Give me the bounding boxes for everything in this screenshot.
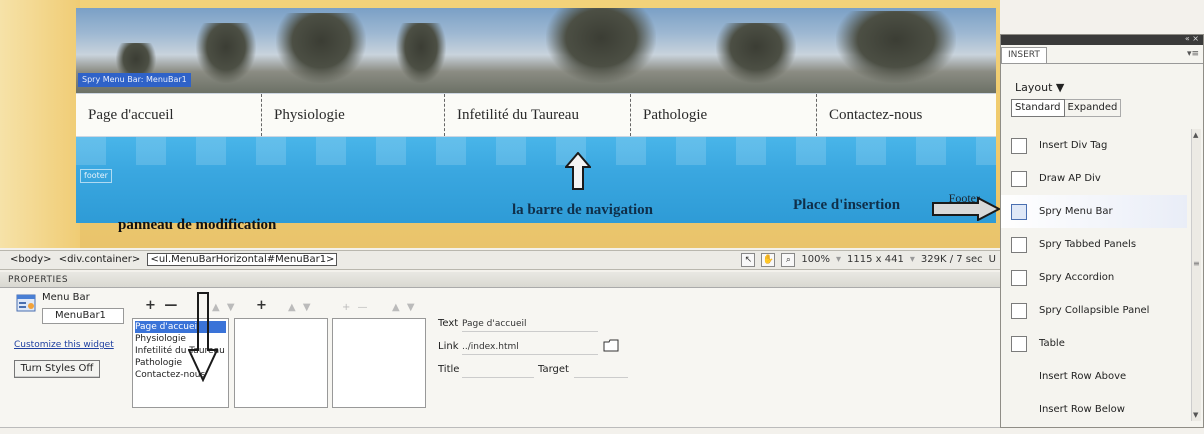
right-arrow-annotation-icon [932,197,1000,221]
draw-ap-div-item[interactable]: Draw AP Div [1001,162,1187,195]
properties-header[interactable]: PROPERTIES [0,272,1000,288]
insert-div-tag-item[interactable]: Insert Div Tag [1001,129,1187,162]
text-field[interactable]: Page d'accueil [462,316,598,332]
scroll-down-icon[interactable]: ▼ [1193,411,1198,419]
widget-type-label: Menu Bar [42,292,90,303]
add-remove-menu-item-buttons[interactable]: + — [145,298,179,313]
tab-insert[interactable]: INSERT [1001,47,1047,63]
expanded-mode-button[interactable]: Expanded [1064,99,1122,117]
submenu-arrows-icon: ▲ ▼ [288,302,313,313]
tag-selector-bar: <body> <div.container> <ul.MenuBarHorizo… [0,250,1000,270]
down-arrow-annotation-icon [188,292,218,382]
sub-submenu-arrows-icon: ▲ ▼ [392,302,417,313]
spry-accordion-item[interactable]: Spry Accordion [1001,261,1187,294]
submenu-listbox[interactable] [234,318,328,408]
list-item-label: Table [1039,338,1065,349]
select-tool-icon[interactable]: ↖ [741,253,756,267]
panel-title-bar[interactable]: « × [1001,34,1203,45]
properties-panel: Menu Bar MenuBar1 Customize this widget … [0,288,1000,428]
navigation-menu-bar[interactable]: Page d'accueil Physiologie Infetilité du… [76,93,996,137]
view-mode-toggle: Standard Expanded [1011,99,1122,117]
menu-bar-widget-icon [16,294,36,312]
customize-widget-link[interactable]: Customize this widget [14,340,114,350]
hand-tool-icon[interactable]: ✋ [761,253,776,267]
menu-item-pathologie[interactable]: Pathologie [631,94,817,136]
menu-item-physiologie[interactable]: Physiologie [262,94,445,136]
sub-submenu-controls-icon: + — [342,302,370,313]
scroll-up-icon[interactable]: ▲ [1193,131,1198,139]
menu-item-accueil[interactable]: Page d'accueil [76,94,262,136]
footer-tag: footer [80,169,112,183]
modification-panel-annotation: panneau de modification [118,217,277,233]
sub-submenu-listbox[interactable] [332,318,426,408]
panel-options-icon[interactable]: ▾≡ [1187,49,1199,59]
window-size[interactable]: 1115 x 441 [847,251,904,269]
list-item-label: Spry Tabbed Panels [1039,239,1137,250]
list-item-label: Draw AP Div [1039,173,1101,184]
panel-scrollbar[interactable]: ▲ ≡ ▼ [1191,129,1201,421]
ap-div-icon [1011,170,1027,187]
zoom-tool-icon[interactable]: ⌕ [781,253,796,267]
turn-styles-off-button[interactable]: Turn Styles Off [14,360,100,378]
page-background [0,0,80,248]
table-icon [1011,335,1027,352]
spry-collapsible-panel-item[interactable]: Spry Collapsible Panel [1001,294,1187,327]
status-area: ↖ ✋ ⌕ 100% ▾ 1115 x 441 ▾ 329K / 7 sec U [741,251,996,269]
browse-folder-icon[interactable] [603,339,619,352]
insertion-point-annotation: Place d'insertion [793,197,901,213]
header-banner-image: Spry Menu Bar: MenuBar1 [76,8,996,93]
title-field[interactable] [462,362,534,378]
widget-id-field[interactable]: MenuBar1 [42,308,124,324]
design-view: Spry Menu Bar: MenuBar1 Page d'accueil P… [0,0,1000,248]
list-item-label: Insert Div Tag [1039,140,1108,151]
link-label: Link [438,341,459,352]
spry-menu-bar-icon [1011,203,1027,220]
table-item[interactable]: Table [1001,327,1187,360]
add-submenu-item-icon[interactable]: + [256,298,269,313]
tabbed-panels-icon [1011,236,1027,253]
up-arrow-annotation-icon [565,152,591,190]
spry-menu-bar-item[interactable]: Spry Menu Bar [1001,195,1187,228]
list-item-label: Spry Collapsible Panel [1039,305,1150,316]
spry-tabbed-panels-item[interactable]: Spry Tabbed Panels [1001,228,1187,261]
target-label: Target [538,364,569,375]
collapsible-panel-icon [1011,302,1027,319]
insert-panel: « × INSERT ▾≡ Layout ▼ Standard Expanded… [1000,34,1204,428]
target-field[interactable] [574,362,628,378]
nav-bar-annotation: la barre de navigation [512,202,653,218]
encoding: U [988,254,996,265]
list-item-label: Insert Row Above [1039,371,1127,382]
link-field[interactable]: ../index.html [462,339,598,355]
menu-item-infertilite[interactable]: Infetilité du Taureau [445,94,631,136]
scroll-grip-icon[interactable]: ≡ [1193,259,1200,268]
row-above-icon [1011,369,1027,385]
title-label: Title [438,364,460,375]
list-item-label: Insert Row Below [1039,404,1125,415]
menu-item-contact[interactable]: Contactez-nous [817,94,996,136]
list-item-label: Spry Accordion [1039,272,1115,283]
tag-body[interactable]: <body> [10,254,52,265]
insert-row-below-item[interactable]: Insert Row Below [1001,393,1187,426]
collapse-icon[interactable]: « × [1185,34,1199,43]
spry-menubar-tag[interactable]: Spry Menu Bar: MenuBar1 [78,73,191,87]
text-label: Text [438,318,459,329]
zoom-select[interactable]: 100% [801,251,830,269]
download-size: 329K / 7 sec [920,254,983,265]
list-item-label: Spry Menu Bar [1039,206,1113,217]
insert-item-list: Insert Div Tag Draw AP Div Spry Menu Bar… [1001,129,1187,426]
tag-ul-menubar[interactable]: <ul.MenuBarHorizontal#MenuBar1> [147,253,338,266]
tag-div-container[interactable]: <div.container> [59,254,141,265]
category-dropdown[interactable]: Layout ▼ [1015,81,1064,94]
div-tag-icon [1011,137,1027,154]
insert-row-above-item[interactable]: Insert Row Above [1001,360,1187,393]
row-below-icon [1011,402,1027,418]
standard-mode-button[interactable]: Standard [1011,99,1065,117]
accordion-icon [1011,269,1027,286]
